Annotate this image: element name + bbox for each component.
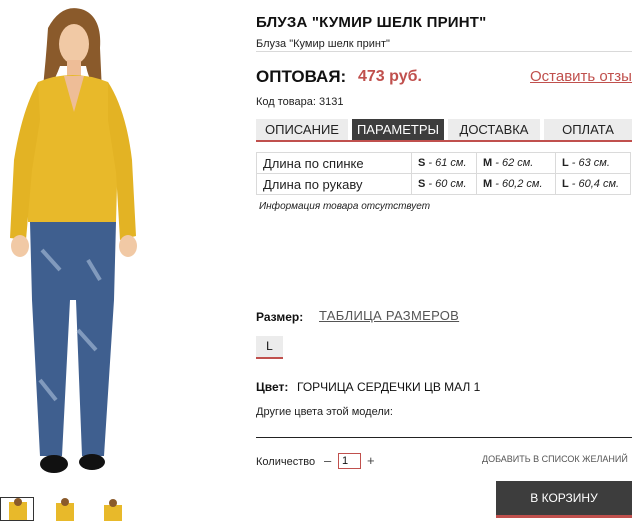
param-name: Длина по рукаву xyxy=(256,173,412,195)
tab-description[interactable]: ОПИСАНИЕ xyxy=(256,119,348,140)
color-value: ГОРЧИЦА СЕРДЕЧКИ ЦВ МАЛ 1 xyxy=(297,380,481,394)
thumbnail-strip xyxy=(0,497,150,521)
tabs-underline xyxy=(256,140,632,142)
thumbnail-1[interactable] xyxy=(0,497,34,521)
size-option-l[interactable]: L xyxy=(256,336,283,359)
add-to-cart-button[interactable]: В КОРЗИНУ xyxy=(496,481,632,518)
param-size-s: S - 61 см. xyxy=(411,152,477,174)
quantity-input[interactable] xyxy=(338,453,361,469)
product-code: Код товара: 3131 xyxy=(256,96,344,108)
param-size-l: L - 60,4 см. xyxy=(555,173,631,195)
param-size-s: S - 60 см. xyxy=(411,173,477,195)
title-divider xyxy=(256,51,632,52)
thumbnail-3[interactable] xyxy=(96,497,130,521)
info-note: Информация товара отсутствует xyxy=(259,201,431,212)
table-row: Длина по спинке S - 61 см. M - 62 см. L … xyxy=(256,152,631,174)
param-size-m: M - 62 см. xyxy=(476,152,556,174)
tab-payment[interactable]: ОПЛАТА xyxy=(544,119,632,140)
param-size-m: M - 60,2 см. xyxy=(476,173,556,195)
parameters-table: Длина по спинке S - 61 см. M - 62 см. L … xyxy=(256,152,631,195)
tab-delivery[interactable]: ДОСТАВКА xyxy=(448,119,540,140)
param-size-l: L - 63 см. xyxy=(555,152,631,174)
thumbnail-2[interactable] xyxy=(48,497,82,521)
leave-review-link[interactable]: Оставить отзыв xyxy=(530,68,632,85)
product-subtitle: Блуза "Кумир шелк принт" xyxy=(256,38,390,50)
price-label: ОПТОВАЯ: xyxy=(256,67,347,86)
size-table-link[interactable]: ТАБЛИЦА РАЗМЕРОВ xyxy=(319,308,459,323)
add-to-wishlist-link[interactable]: ДОБАВИТЬ В СПИСОК ЖЕЛАНИЙ xyxy=(482,454,628,464)
other-colors-label: Другие цвета этой модели: xyxy=(256,406,393,418)
product-photo[interactable] xyxy=(0,0,150,495)
product-tabs: ОПИСАНИЕ ПАРАМЕТРЫ ДОСТАВКА ОПЛАТА xyxy=(256,119,632,140)
color-label: Цвет: xyxy=(256,380,289,394)
size-label: Размер: xyxy=(256,310,304,324)
tab-parameters[interactable]: ПАРАМЕТРЫ xyxy=(352,119,444,140)
section-divider xyxy=(256,437,632,438)
product-title: БЛУЗА "КУМИР ШЕЛК ПРИНТ" xyxy=(256,14,487,31)
quantity-increase-button[interactable]: + xyxy=(367,453,375,468)
price-value: 473 руб. xyxy=(358,68,422,85)
quantity-label: Количество xyxy=(256,456,316,468)
param-name: Длина по спинке xyxy=(256,152,412,174)
quantity-decrease-button[interactable]: – xyxy=(324,453,331,468)
table-row: Длина по рукаву S - 60 см. M - 60,2 см. … xyxy=(256,173,631,195)
